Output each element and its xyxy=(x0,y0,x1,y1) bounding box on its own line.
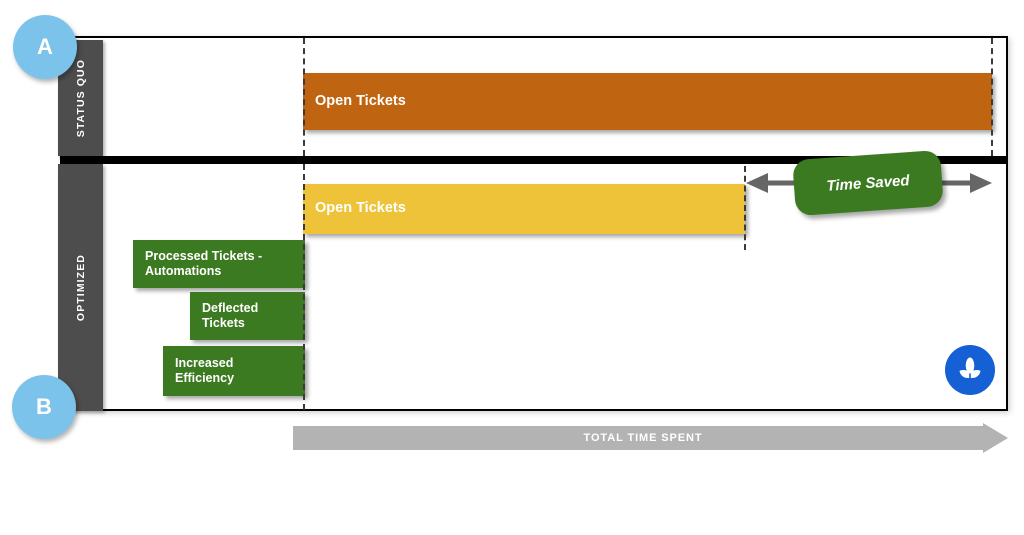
brand-logo xyxy=(945,345,995,395)
baseline-guide-bottom xyxy=(303,164,305,410)
step-marker-a-label: A xyxy=(37,34,53,59)
bar-processed-tickets-automations: Processed Tickets - Automations xyxy=(133,240,305,288)
bar-label-increased-efficiency: Increased Efficiency xyxy=(175,355,235,385)
bar-label-processed-tickets-automations: Processed Tickets - Automations xyxy=(145,248,263,278)
bar-open-tickets-status-quo: Open Tickets xyxy=(303,73,992,130)
baseline-guide-top xyxy=(303,38,305,156)
status-quo-end-guide xyxy=(991,38,993,156)
step-marker-b: B xyxy=(12,375,76,439)
step-marker-a: A xyxy=(13,15,77,79)
time-saved-badge: Time Saved xyxy=(792,149,944,217)
row-label-optimized-text: OPTIMIZED xyxy=(74,253,87,322)
total-time-spent-label: TOTAL TIME SPENT xyxy=(583,432,703,444)
step-marker-b-label: B xyxy=(36,394,52,419)
total-time-spent-label-wrap: TOTAL TIME SPENT xyxy=(293,423,993,453)
bar-deflected-tickets: Deflected Tickets xyxy=(190,292,305,340)
row-label-optimized: OPTIMIZED xyxy=(58,164,103,411)
plant-leaf-icon xyxy=(959,357,981,378)
infographic-canvas: STATUS QUO OPTIMIZED Open Tickets Open T… xyxy=(0,0,1024,535)
bar-label-deflected-tickets: Deflected Tickets xyxy=(202,300,259,330)
time-saved-label: Time Saved xyxy=(825,171,911,195)
bar-label-open-tickets-status-quo: Open Tickets xyxy=(315,92,406,109)
bar-label-open-tickets-optimized: Open Tickets xyxy=(315,200,406,217)
bar-open-tickets-optimized: Open Tickets xyxy=(303,184,745,234)
row-label-status-quo-text: STATUS QUO xyxy=(74,58,87,138)
bar-increased-efficiency: Increased Efficiency xyxy=(163,346,305,396)
